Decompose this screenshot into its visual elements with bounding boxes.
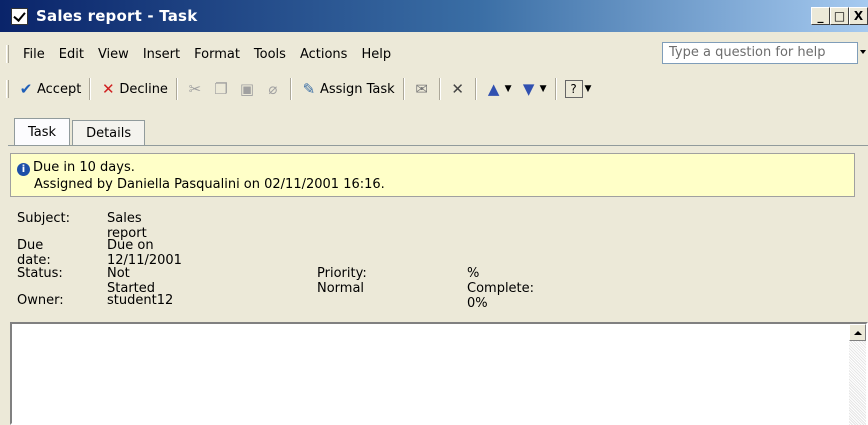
subject-value: Sales report bbox=[107, 211, 147, 241]
close-button[interactable]: X bbox=[849, 7, 868, 25]
decline-label: Decline bbox=[119, 81, 168, 97]
delete-button[interactable]: ✕ bbox=[445, 76, 471, 102]
accept-label: Accept bbox=[37, 81, 82, 97]
menu-bar: File Edit View Insert Format Tools Actio… bbox=[0, 40, 868, 68]
owner-label: Owner: bbox=[17, 293, 64, 308]
tab-task[interactable]: Task bbox=[14, 118, 71, 146]
help-search-input[interactable]: Type a question for help bbox=[662, 42, 858, 64]
paste-icon: ▣ bbox=[239, 80, 255, 98]
copy-button[interactable]: ❐ bbox=[208, 76, 234, 102]
window-title: Sales report - Task bbox=[36, 7, 198, 25]
toolbar-separator bbox=[89, 78, 92, 100]
help-dropdown-icon[interactable] bbox=[860, 50, 866, 54]
due-date-label: Due date: bbox=[17, 238, 51, 268]
assign-task-button[interactable]: ✎ Assign Task bbox=[296, 76, 399, 102]
cut-button[interactable]: ✂ bbox=[182, 76, 208, 102]
menu-tools[interactable]: Tools bbox=[254, 47, 286, 62]
check-icon: ✔ bbox=[19, 80, 33, 98]
tab-details[interactable]: Details bbox=[72, 120, 146, 146]
attach-button[interactable]: ⌀ bbox=[260, 76, 286, 102]
assign-task-label: Assign Task bbox=[319, 81, 395, 97]
copy-icon: ❐ bbox=[214, 80, 228, 98]
next-item-icon: ▼ bbox=[522, 80, 535, 98]
status-value: Not Started bbox=[107, 266, 156, 296]
menu-help[interactable]: Help bbox=[361, 47, 391, 62]
info-due: Due in 10 days. bbox=[33, 160, 135, 175]
send-status-icon: ✉ bbox=[415, 80, 428, 98]
menu-format[interactable]: Format bbox=[194, 47, 240, 62]
toolbar: ✔ Accept ✕ Decline ✂ ❐ ▣ ⌀ ✎ Assign Task… bbox=[0, 72, 868, 106]
info-bar: i Due in 10 days. Assigned by Daniella Pa… bbox=[10, 153, 855, 197]
delete-icon: ✕ bbox=[451, 80, 464, 98]
paste-button[interactable]: ▣ bbox=[234, 76, 260, 102]
send-status-button[interactable]: ✉ bbox=[409, 76, 435, 102]
toolbar-separator bbox=[554, 78, 557, 100]
priority-value: Priority: Normal bbox=[317, 266, 367, 296]
chevron-down-icon[interactable]: ▼ bbox=[585, 84, 592, 94]
help-button[interactable]: ? ▼ bbox=[561, 76, 596, 102]
vertical-scrollbar[interactable] bbox=[849, 324, 866, 425]
menu-insert[interactable]: Insert bbox=[143, 47, 180, 62]
attach-icon: ⌀ bbox=[268, 80, 278, 98]
task-window: Sales report - Task _ □ X File Edit View… bbox=[0, 0, 868, 425]
decline-button[interactable]: ✕ Decline bbox=[95, 76, 172, 102]
menu-edit[interactable]: Edit bbox=[59, 47, 84, 62]
previous-item-button[interactable]: ▲ ▼ bbox=[481, 76, 516, 102]
menu-view[interactable]: View bbox=[98, 47, 129, 62]
owner-value: student12 bbox=[107, 293, 174, 308]
minimize-button[interactable]: _ bbox=[811, 7, 830, 25]
accept-button[interactable]: ✔ Accept bbox=[13, 76, 85, 102]
task-icon bbox=[11, 7, 28, 25]
scroll-up-button[interactable] bbox=[849, 324, 866, 341]
chevron-down-icon[interactable]: ▼ bbox=[540, 84, 547, 94]
status-label: Status: bbox=[17, 266, 63, 281]
chevron-down-icon[interactable]: ▼ bbox=[505, 84, 512, 94]
due-date-value: Due on 12/11/2001 bbox=[107, 238, 182, 268]
menu-grip[interactable] bbox=[6, 45, 9, 63]
x-icon: ✕ bbox=[102, 80, 115, 98]
notes-textarea[interactable] bbox=[10, 322, 868, 425]
toolbar-separator bbox=[402, 78, 405, 100]
cut-icon: ✂ bbox=[188, 80, 202, 98]
menu-file[interactable]: File bbox=[23, 47, 45, 62]
tab-strip: Task Details bbox=[14, 118, 147, 146]
previous-item-icon: ▲ bbox=[487, 80, 500, 98]
assign-task-icon: ✎ bbox=[302, 80, 316, 98]
help-icon: ? bbox=[564, 80, 583, 98]
percent-complete-value: % Complete: 0% bbox=[467, 266, 535, 311]
info-assigned: Assigned by Daniella Pasqualini on 02/11… bbox=[34, 177, 385, 192]
toolbar-separator bbox=[289, 78, 292, 100]
toolbar-grip[interactable] bbox=[6, 80, 9, 98]
window-controls: _ □ X bbox=[811, 7, 868, 25]
info-icon: i bbox=[17, 163, 30, 176]
subject-label: Subject: bbox=[17, 211, 70, 226]
menu-actions[interactable]: Actions bbox=[300, 47, 348, 62]
toolbar-separator bbox=[438, 78, 441, 100]
toolbar-separator bbox=[474, 78, 477, 100]
toolbar-separator bbox=[175, 78, 178, 100]
next-item-button[interactable]: ▼ ▼ bbox=[516, 76, 551, 102]
title-bar[interactable]: Sales report - Task _ □ X bbox=[0, 0, 868, 32]
maximize-button[interactable]: □ bbox=[830, 7, 849, 25]
